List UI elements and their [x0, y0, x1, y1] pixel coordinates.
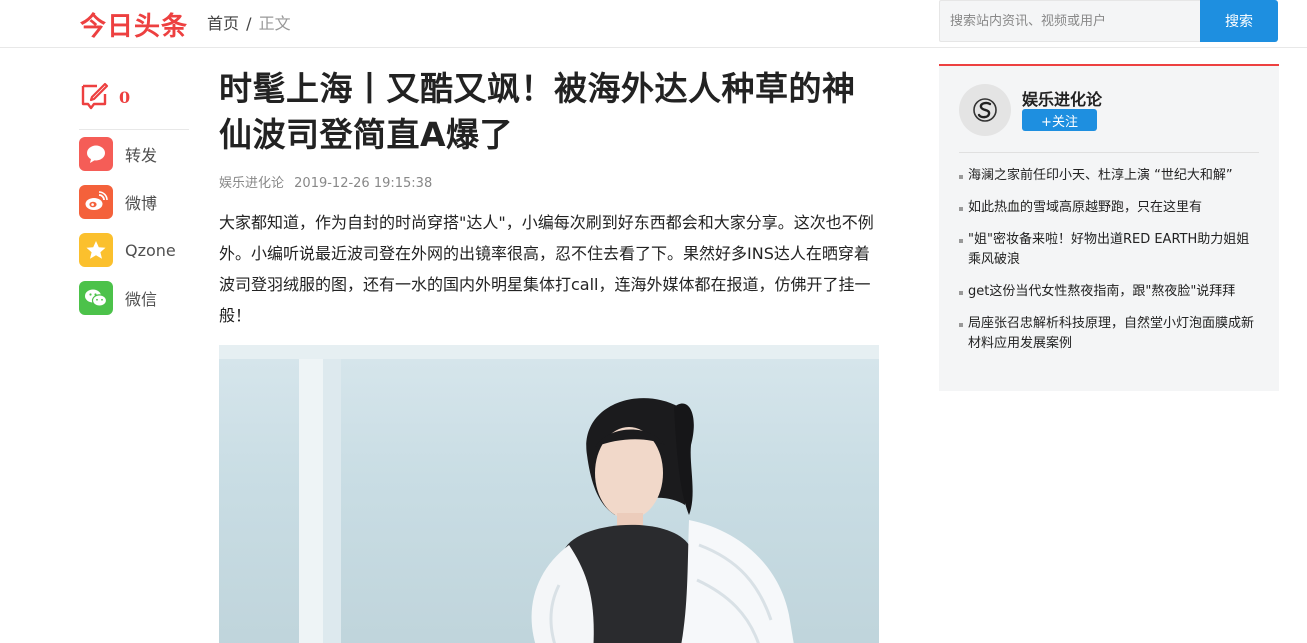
article-photo: [219, 345, 879, 643]
share-column: 0 转发 微博 Qzone 微信: [79, 80, 189, 322]
share-repost-label: 转发: [125, 146, 158, 165]
search-box: 搜索: [939, 0, 1278, 42]
breadcrumb: 首页 / 正文: [207, 10, 291, 34]
search-button[interactable]: 搜索: [1200, 0, 1278, 42]
article-paragraph: 大家都知道，作为自封的时尚穿搭"达人"，小编每次刷到好东西都会和大家分享。这次也…: [219, 213, 874, 325]
toutiao-logo[interactable]: 今日头条: [80, 6, 188, 43]
share-wechat-label: 微信: [125, 290, 158, 309]
article: 时髦上海丨又酷又飒！被海外达人种草的神仙波司登简直A爆了 娱乐进化论 2019-…: [219, 66, 879, 643]
related-article-link[interactable]: 如此热血的雪域高原越野跑，只在这里有: [959, 198, 1261, 218]
author-name[interactable]: 娱乐进化论: [1022, 86, 1102, 110]
share-repost[interactable]: 转发: [79, 130, 189, 178]
comment-icon[interactable]: [79, 80, 109, 114]
avatar[interactable]: [959, 84, 1011, 136]
related-article-link[interactable]: 海澜之家前任印小天、杜淳上演 “世纪大和解”: [959, 166, 1261, 186]
breadcrumb-separator: /: [246, 14, 252, 33]
article-title: 时髦上海丨又酷又飒！被海外达人种草的神仙波司登简直A爆了: [219, 69, 856, 154]
weibo-icon: [79, 185, 113, 219]
share-wechat[interactable]: 微信: [79, 274, 189, 322]
wechat-icon: [79, 281, 113, 315]
comment-count: 0: [119, 88, 131, 107]
article-datetime: 2019-12-26 19:15:38: [294, 176, 433, 191]
share-weibo-label: 微博: [125, 194, 158, 213]
article-author[interactable]: 娱乐进化论: [219, 176, 284, 191]
top-header: 今日头条 首页 / 正文 搜索: [0, 0, 1307, 48]
share-qzone-label: Qzone: [125, 240, 176, 260]
related-articles-list: 海澜之家前任印小天、杜淳上演 “世纪大和解” 如此热血的雪域高原越野跑，只在这里…: [959, 166, 1261, 366]
share-weibo[interactable]: 微博: [79, 178, 189, 226]
comment-area[interactable]: 0: [79, 80, 189, 130]
repost-icon: [79, 137, 113, 171]
follow-button[interactable]: +关注: [1022, 109, 1097, 131]
panel-divider: [959, 152, 1259, 153]
related-article-link[interactable]: "姐"密妆备来啦！好物出道RED EARTH助力姐姐乘风破浪: [959, 230, 1261, 270]
qzone-icon: [79, 233, 113, 267]
related-article-link[interactable]: get这份当代女性熬夜指南，跟"熬夜脸"说拜拜: [959, 282, 1261, 302]
search-input[interactable]: [939, 0, 1201, 42]
author-panel: 娱乐进化论 +关注 海澜之家前任印小天、杜淳上演 “世纪大和解” 如此热血的雪域…: [939, 64, 1279, 391]
breadcrumb-home-link[interactable]: 首页: [207, 14, 239, 33]
share-qzone[interactable]: Qzone: [79, 226, 189, 274]
article-meta: 娱乐进化论 2019-12-26 19:15:38: [219, 172, 879, 191]
related-article-link[interactable]: 局座张召忠解析科技原理，自然堂小灯泡面膜成新材料应用发展案例: [959, 314, 1261, 354]
breadcrumb-current: 正文: [258, 14, 291, 33]
